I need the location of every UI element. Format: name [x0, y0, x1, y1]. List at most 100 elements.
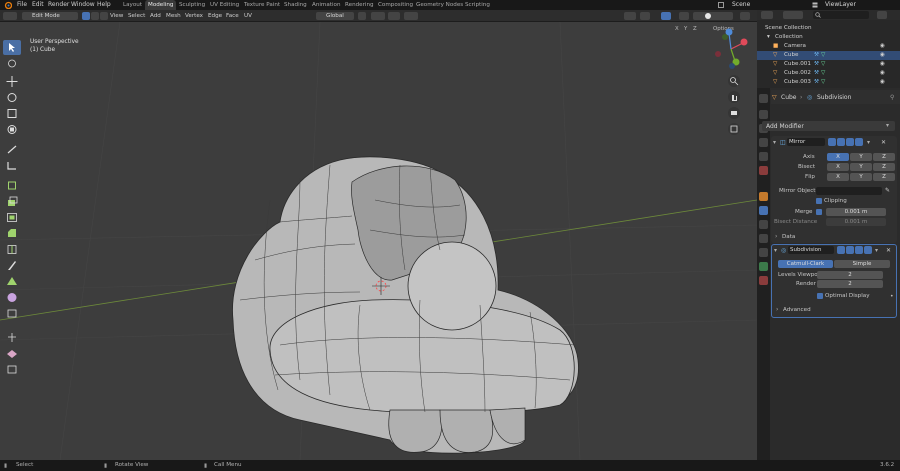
menu-file[interactable]: File — [17, 1, 27, 8]
on-cage-toggle[interactable] — [837, 138, 845, 146]
tab-layout[interactable]: Layout — [120, 0, 145, 10]
shading-options-button[interactable] — [740, 12, 750, 20]
menu-add[interactable]: Add — [150, 13, 161, 19]
flip-y-toggle[interactable]: Y — [850, 173, 872, 181]
chevron-down-icon[interactable]: ▾ — [767, 33, 770, 42]
mirror-name-field[interactable]: Mirror — [787, 138, 825, 146]
tab-shading[interactable]: Shading — [281, 0, 310, 10]
data-tab-icon[interactable] — [759, 262, 768, 271]
measure-tool[interactable] — [3, 158, 21, 173]
viewport-toggle[interactable] — [855, 246, 863, 254]
bisect-x-toggle[interactable]: X — [827, 163, 849, 171]
render-tab-icon[interactable] — [759, 110, 768, 119]
outliner-item-cube[interactable]: ▽ Cube ⚒ ▽ ◉ — [757, 51, 900, 60]
annotate-tool[interactable] — [3, 142, 21, 157]
tab-rendering[interactable]: Rendering — [342, 0, 377, 10]
bisect-y-toggle[interactable]: Y — [850, 163, 872, 171]
filter-icon[interactable] — [877, 11, 887, 19]
extrude-tool[interactable] — [3, 194, 21, 209]
wrench-modifier-tab-icon[interactable] — [759, 206, 768, 215]
bisect-distance-field[interactable]: 0.001 m — [826, 218, 886, 226]
add-cube-tool[interactable] — [3, 178, 21, 193]
proportional-edit-button[interactable] — [404, 12, 418, 20]
chevron-right-icon[interactable]: › — [775, 233, 777, 240]
render-levels-field[interactable]: 2 — [817, 280, 883, 288]
tool-tab-icon[interactable] — [759, 94, 768, 103]
mirror-y-toggle[interactable]: Y — [684, 26, 687, 32]
edge-select-button[interactable] — [91, 12, 99, 20]
merge-checkbox[interactable] — [816, 209, 822, 215]
outliner-search-input[interactable] — [813, 11, 869, 19]
face-select-button[interactable] — [100, 12, 108, 20]
outliner-item-cube-003[interactable]: ▽ Cube.003 ⚒ ▽ ◉ — [757, 78, 900, 87]
clipping-checkbox[interactable] — [816, 198, 822, 204]
object-tab-icon[interactable] — [759, 192, 768, 201]
outliner-scene-collection[interactable]: Scene Collection — [757, 24, 900, 33]
menu-edge[interactable]: Edge — [208, 13, 222, 19]
tab-sculpting[interactable]: Sculpting — [176, 0, 208, 10]
visibility-button[interactable] — [624, 12, 636, 20]
close-icon[interactable]: ✕ — [881, 139, 886, 146]
chevron-right-icon[interactable]: › — [776, 306, 778, 313]
close-icon[interactable]: ✕ — [886, 247, 891, 254]
mode-selector[interactable]: Edit Mode — [22, 12, 78, 20]
scene-selector[interactable]: Scene — [716, 0, 774, 10]
menu-window[interactable]: Window — [71, 1, 95, 8]
loop-cut-tool[interactable] — [3, 242, 21, 257]
add-modifier-button[interactable]: Add Modifier ▾ — [762, 121, 895, 131]
mirror-x-toggle[interactable]: X — [675, 26, 679, 32]
editor-type-button[interactable] — [3, 12, 17, 20]
data-subpanel-label[interactable]: Data — [782, 234, 795, 240]
blender-logo-icon[interactable] — [4, 1, 13, 10]
eye-icon[interactable]: ◉ — [880, 51, 885, 60]
poly-build-tool[interactable] — [3, 274, 21, 289]
eye-icon[interactable]: ◉ — [880, 69, 885, 78]
flip-x-toggle[interactable]: X — [827, 173, 849, 181]
pin-icon[interactable]: ⚲ — [890, 94, 894, 101]
spin-tool[interactable] — [3, 290, 21, 305]
navigation-gizmo[interactable] — [705, 23, 757, 75]
tab-compositing[interactable]: Compositing — [375, 0, 416, 10]
render-toggle[interactable] — [855, 138, 863, 146]
constraints-tab-icon[interactable] — [759, 248, 768, 257]
chevron-down-icon[interactable]: ▾ — [875, 247, 878, 254]
camera-view-icon[interactable] — [728, 107, 740, 119]
outliner-item-camera[interactable]: ■ Camera ◉ — [757, 42, 900, 51]
shrink-fatten-tool[interactable] — [3, 346, 21, 361]
viewport-toggle[interactable] — [846, 138, 854, 146]
flip-z-toggle[interactable]: Z — [873, 173, 895, 181]
on-cage-toggle[interactable] — [846, 246, 854, 254]
edit-mode-toggle[interactable] — [828, 138, 836, 146]
dots-icon[interactable]: • — [890, 293, 894, 300]
snap-button[interactable] — [371, 12, 385, 20]
tab-scripting[interactable]: Scripting — [462, 0, 493, 10]
shading-mode-buttons[interactable] — [693, 12, 733, 20]
menu-face[interactable]: Face — [226, 13, 239, 19]
view-layer-tab-icon[interactable] — [759, 138, 768, 147]
levels-viewport-field[interactable]: 2 — [817, 271, 883, 279]
eye-icon[interactable]: ◉ — [880, 42, 885, 51]
menu-help[interactable]: Help — [97, 1, 111, 8]
outliner-collection[interactable]: ▾ Collection — [757, 33, 900, 42]
optimal-display-checkbox[interactable] — [817, 293, 823, 299]
perspective-toggle-icon[interactable] — [728, 123, 740, 135]
cursor-tool[interactable] — [3, 56, 21, 71]
scene-tab-icon[interactable] — [759, 152, 768, 161]
catmull-clark-button[interactable]: Catmull-Clark — [778, 260, 833, 268]
zoom-icon[interactable] — [728, 75, 740, 87]
select-box-tool[interactable] — [3, 40, 21, 55]
eye-icon[interactable]: ◉ — [880, 60, 885, 69]
particles-tab-icon[interactable] — [759, 220, 768, 229]
rotate-tool[interactable] — [3, 90, 21, 105]
menu-view[interactable]: View — [110, 13, 123, 19]
gizmo-toggle-button[interactable] — [640, 12, 650, 20]
xray-toggle-button[interactable] — [679, 12, 689, 20]
world-tab-icon[interactable] — [759, 166, 768, 175]
smooth-tool[interactable] — [3, 306, 21, 321]
transform-orientation-selector[interactable]: Global — [316, 12, 354, 20]
axis-z-toggle[interactable]: Z — [873, 153, 895, 161]
simple-button[interactable]: Simple — [834, 260, 890, 268]
tab-animation[interactable]: Animation — [309, 0, 344, 10]
move-tool[interactable] — [3, 74, 21, 89]
menu-edit[interactable]: Edit — [32, 1, 44, 8]
